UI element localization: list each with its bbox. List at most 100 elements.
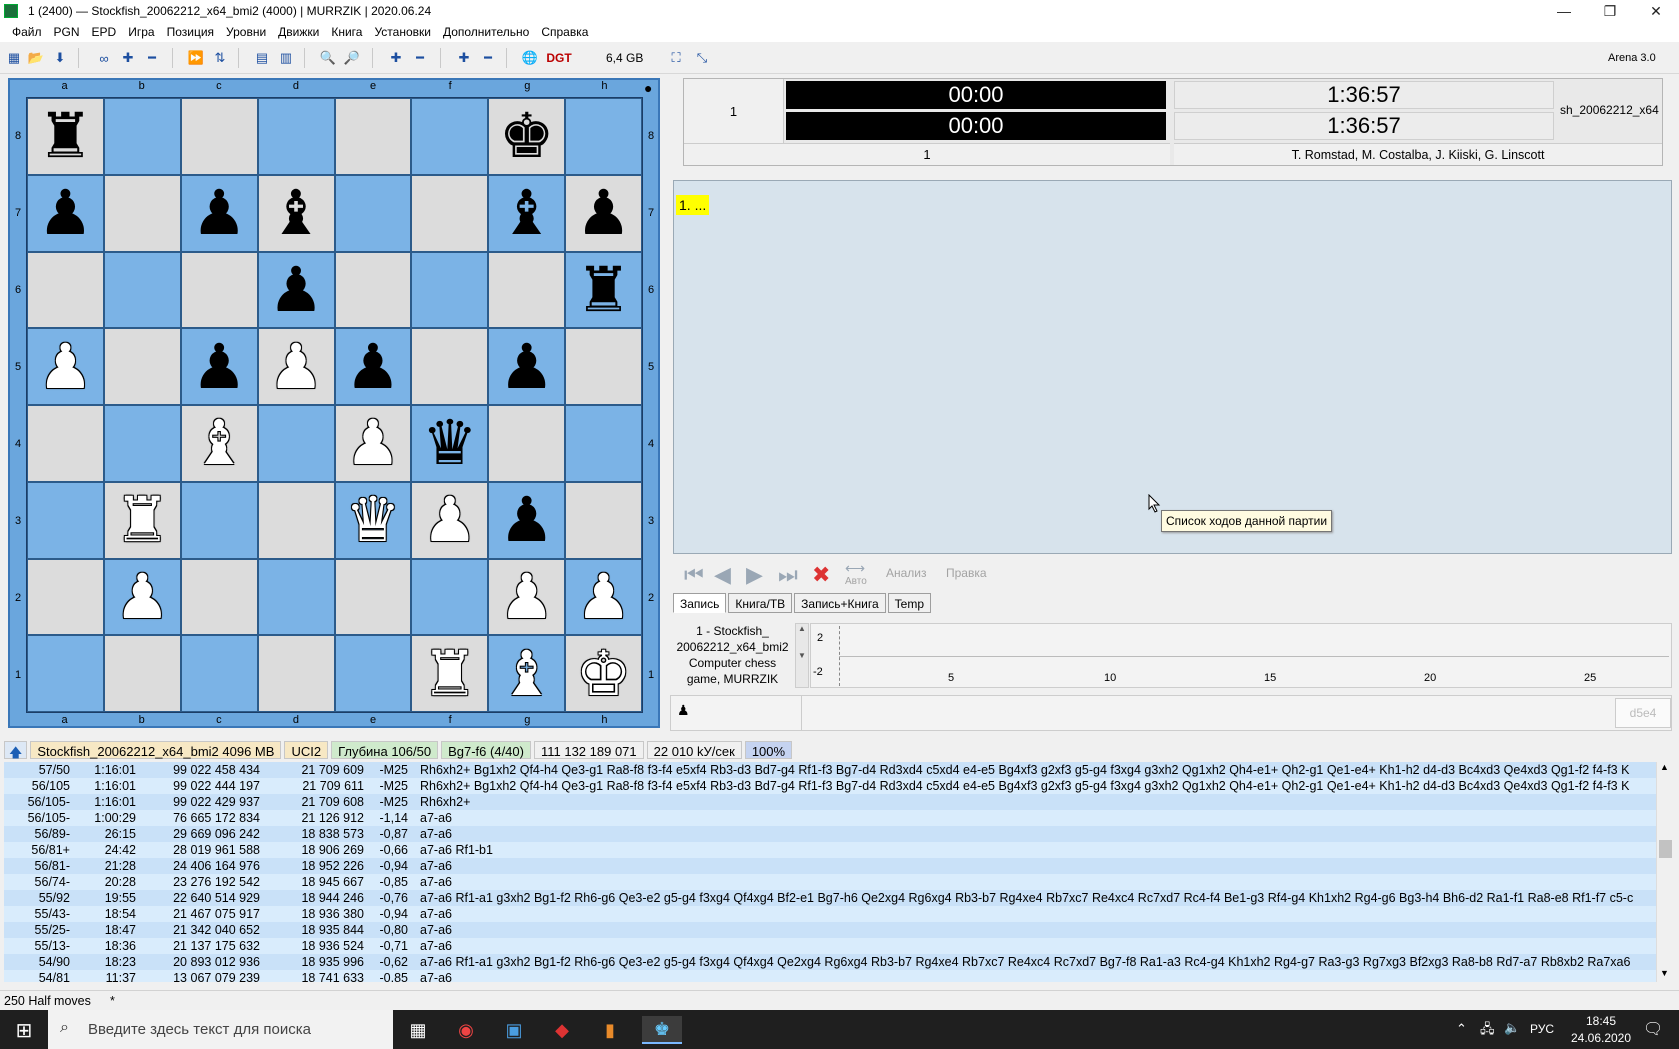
square-a4[interactable] (27, 405, 104, 482)
volume-icon[interactable]: 🔈 (1504, 1020, 1520, 1036)
square-d8[interactable] (257, 98, 335, 175)
square-h5[interactable] (565, 328, 642, 405)
menu-levels[interactable]: Уровни (220, 22, 272, 42)
square-d2[interactable] (257, 558, 335, 636)
square-h1[interactable]: ♚ (565, 635, 642, 712)
black-pawn-icon[interactable]: ♟ (38, 182, 94, 244)
explorer-app-icon[interactable]: ▣ (494, 1016, 534, 1044)
analysis-row[interactable]: 55/25- 18:47 21 342 040 652 18 935 844 -0,80… (4, 922, 1656, 938)
analysis-row[interactable]: 56/105 1:16:01 99 022 444 197 21 709 611 -M2… (4, 778, 1656, 794)
square-d5[interactable]: ♟ (257, 328, 335, 405)
black-bishop-icon[interactable]: ♝ (268, 182, 324, 244)
menu-extra[interactable]: Дополнительно (437, 22, 535, 42)
analysis-row[interactable]: 56/81+ 24:42 28 019 961 588 18 906 269 -0,66… (4, 842, 1656, 858)
square-b7[interactable] (103, 174, 181, 252)
next-move-icon[interactable]: ▶ (746, 562, 763, 588)
analysis-row[interactable]: 56/105- 1:16:01 99 022 429 937 21 709 608 -M… (4, 794, 1656, 810)
menu-file[interactable]: Файл (6, 22, 48, 42)
square-h7[interactable]: ♟ (565, 174, 642, 252)
tab-record-book[interactable]: Запись+Книга (794, 593, 886, 613)
zoom-out-icon[interactable]: 🔎 (342, 48, 362, 68)
square-e6[interactable] (334, 251, 412, 329)
globe-icon[interactable]: 🌐 (520, 48, 540, 68)
square-c3[interactable] (180, 481, 258, 559)
square-b5[interactable] (103, 328, 181, 405)
square-f5[interactable] (411, 328, 489, 405)
square-f3[interactable]: ♟ (411, 481, 489, 559)
square-g5[interactable]: ♟ (488, 328, 566, 405)
square-b1[interactable] (103, 635, 181, 712)
white-bishop-icon[interactable]: ♝ (499, 642, 555, 705)
square-b3[interactable]: ♜ (103, 481, 181, 559)
black-king-icon[interactable]: ♚ (499, 105, 555, 167)
scroll-down-icon[interactable]: ▼ (1660, 968, 1669, 978)
white-pawn-icon[interactable]: ♟ (115, 565, 171, 628)
square-c7[interactable]: ♟ (180, 174, 258, 252)
infinite-icon[interactable]: ∞ (94, 48, 114, 68)
square-g3[interactable]: ♟ (488, 481, 566, 559)
square-g4[interactable] (488, 405, 566, 482)
analysis-row[interactable]: 54/81 11:37 13 067 079 239 18 741 633 -0,85 a… (4, 970, 1656, 982)
black-bishop-icon[interactable]: ♝ (499, 182, 555, 244)
black-rook-icon[interactable]: ♜ (38, 105, 94, 167)
square-b8[interactable] (103, 98, 181, 175)
clock-date[interactable]: 24.06.2020 (1564, 1031, 1638, 1045)
menu-epd[interactable]: EPD (86, 22, 123, 42)
square-c5[interactable]: ♟ (180, 328, 258, 405)
white-rook-icon[interactable]: ♜ (422, 642, 478, 705)
edit-button[interactable]: Правка (946, 566, 987, 580)
zoom-in-icon[interactable]: 🔍 (318, 48, 338, 68)
close-button[interactable]: ✕ (1633, 0, 1679, 22)
fullscreen-icon[interactable]: ⛶ (666, 48, 686, 68)
notation-panel[interactable] (673, 180, 1672, 554)
black-rook-icon[interactable]: ♜ (576, 258, 632, 321)
analysis-row[interactable]: 57/50 1:16:01 99 022 458 434 21 709 609 -M25… (4, 762, 1656, 778)
square-h3[interactable] (565, 481, 642, 559)
white-king-icon[interactable]: ♚ (576, 642, 632, 705)
analysis-row[interactable]: 56/105- 1:00:29 76 665 172 834 21 126 912 -1… (4, 810, 1656, 826)
square-g1[interactable]: ♝ (488, 635, 566, 712)
square-c2[interactable] (180, 558, 258, 636)
square-g8[interactable]: ♚ (488, 98, 566, 175)
square-f8[interactable] (411, 98, 489, 175)
square-a8[interactable]: ♜ (27, 98, 104, 175)
taskbar-search[interactable]: ⌕ Введите здесь текст для поиска (48, 1010, 393, 1049)
square-f1[interactable]: ♜ (411, 635, 489, 712)
square-b4[interactable] (103, 405, 181, 482)
scroll-thumb[interactable] (1659, 840, 1672, 858)
network-icon[interactable]: 🖧 (1480, 1020, 1495, 1042)
tab-record[interactable]: Запись (673, 593, 727, 613)
minimize-button[interactable]: — (1541, 0, 1587, 22)
tablebase-icon[interactable]: ▤ (252, 48, 272, 68)
square-a2[interactable] (27, 558, 104, 636)
square-f7[interactable] (411, 174, 489, 252)
menu-game[interactable]: Игра (122, 22, 160, 42)
black-pawn-icon[interactable]: ♟ (191, 182, 247, 244)
square-d1[interactable] (257, 635, 335, 712)
engine-arrow-icon[interactable]: 🡅 (4, 741, 28, 760)
save-icon[interactable]: ⬇ (50, 48, 70, 68)
analysis-row[interactable]: 54/90 18:23 20 893 012 936 18 935 996 -0,62 a… (4, 954, 1656, 970)
menu-help[interactable]: Справка (535, 22, 594, 42)
arena-app-icon[interactable]: ♚ (642, 1016, 682, 1044)
tab-book-tb[interactable]: Книга/ТВ (728, 593, 793, 613)
square-c8[interactable] (180, 98, 258, 175)
square-f6[interactable] (411, 251, 489, 329)
new-game-icon[interactable]: ▦ (4, 48, 24, 68)
square-f4[interactable]: ♛ (411, 405, 489, 482)
analysis-row[interactable]: 56/74- 20:28 23 276 192 542 18 945 667 -0,85… (4, 874, 1656, 890)
menu-engines[interactable]: Движки (272, 22, 325, 42)
black-pawn-icon[interactable]: ♟ (191, 335, 247, 398)
analysis-row[interactable]: 56/81- 21:28 24 406 164 976 18 952 226 -0,94… (4, 858, 1656, 874)
square-c6[interactable] (180, 251, 258, 329)
square-a1[interactable] (27, 635, 104, 712)
square-h4[interactable] (565, 405, 642, 482)
black-pawn-icon[interactable]: ♟ (499, 489, 555, 551)
scroll-up-icon[interactable]: ▲ (1660, 762, 1669, 772)
menu-pgn[interactable]: PGN (48, 22, 86, 42)
pgn-remove-icon[interactable]: ━ (410, 48, 430, 68)
square-c1[interactable] (180, 635, 258, 712)
black-pawn-icon[interactable]: ♟ (576, 182, 632, 244)
gameinfo-scrollbar[interactable]: ▲ ▼ (795, 623, 809, 688)
black-pawn-icon[interactable]: ♟ (268, 258, 324, 321)
